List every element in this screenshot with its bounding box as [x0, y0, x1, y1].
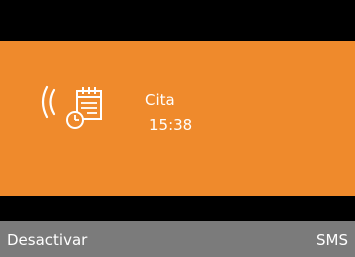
ringing-icon — [41, 85, 56, 119]
appointment-calendar-icon — [66, 87, 102, 129]
deactivate-softkey[interactable]: Desactivar — [7, 232, 87, 249]
handset-display: Cita 15:38 Desactivar SMS — [0, 0, 355, 257]
notification-time: 15:38 — [149, 116, 193, 134]
notification-type-label: Cita — [145, 91, 175, 109]
sms-softkey[interactable]: SMS — [316, 232, 348, 249]
